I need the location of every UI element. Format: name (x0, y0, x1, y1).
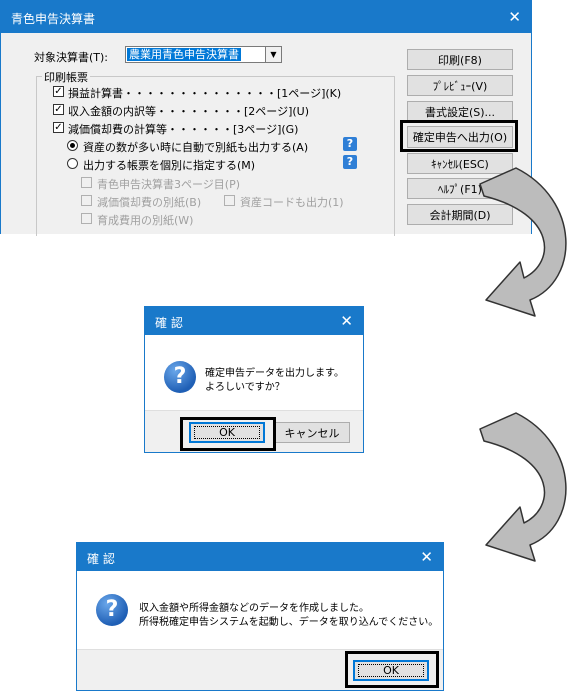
highlight-ok-button (180, 417, 276, 451)
confirm-dialog-body: ? 確定申告データを出力します。 よろしいですか？ (145, 335, 363, 411)
result-dialog-titlebar[interactable]: 確 認 ✕ (77, 543, 443, 571)
question-icon: ? (164, 361, 196, 393)
close-icon[interactable]: ✕ (420, 550, 433, 565)
radio-auto[interactable] (67, 140, 78, 151)
close-icon[interactable]: ✕ (508, 10, 521, 25)
radio-auto-label: 資産の数が多い時に自動で別紙も出力する(A) (83, 141, 309, 154)
checkbox-growing-cost[interactable] (81, 213, 92, 224)
question-icon: ? (96, 594, 128, 626)
target-select-value: 農業用青色申告決算書 (127, 48, 241, 61)
help-button[interactable]: ﾍﾙﾌﾟ(F1) (407, 178, 513, 199)
chevron-down-icon[interactable]: ▼ (265, 47, 281, 62)
main-window: 青色申告決算書 ✕ 対象決算書(T): 農業用青色申告決算書 ▼ 印刷帳票 ✓ … (0, 0, 532, 236)
checkbox-depreciation[interactable]: ✓ (53, 122, 64, 133)
confirm-dialog-title: 確 認 (155, 316, 183, 330)
cancel-button[interactable]: ｷｬﾝｾﾙ(ESC) (407, 153, 513, 174)
result-message-line2: 所得税確定申告システムを起動し、データを取り込んでください。 (139, 617, 439, 628)
radio-manual[interactable] (67, 158, 78, 169)
checkbox-page3-label: 青色申告決算書3ページ目(P) (97, 178, 240, 191)
help-icon[interactable]: ? (343, 155, 357, 169)
checkbox-pl-label: 損益計算書・・・・・・・・・・・・・・[1ページ](K) (68, 87, 342, 100)
highlight-ok-button (345, 651, 439, 688)
target-label: 対象決算書(T): (34, 51, 109, 64)
checkbox-depreciation-label: 減価償却費の計算等・・・・・・[3ページ](G) (68, 123, 299, 136)
checkbox-depreciation-sheet-label: 減価償却費の別紙(B) (97, 196, 202, 209)
cancel-button[interactable]: キャンセル (274, 422, 350, 443)
print-forms-group-label: 印刷帳票 (42, 69, 90, 85)
accounting-period-button[interactable]: 会計期間(D) (407, 204, 513, 225)
result-dialog-title: 確 認 (87, 552, 115, 566)
radio-manual-label: 出力する帳票を個別に指定する(M) (83, 159, 256, 172)
checkbox-depreciation-sheet[interactable] (81, 195, 92, 206)
checkbox-page3[interactable] (81, 177, 92, 188)
close-icon[interactable]: ✕ (340, 314, 353, 329)
confirm-message-line1: 確定申告データを出力します。 (205, 368, 344, 379)
format-settings-button[interactable]: 書式設定(S)... (407, 101, 513, 122)
checkbox-pl[interactable]: ✓ (53, 86, 64, 97)
target-select[interactable]: 農業用青色申告決算書 ▼ (125, 46, 282, 63)
highlight-export-button (400, 120, 518, 152)
print-button[interactable]: 印刷(F8) (407, 49, 513, 70)
confirm-message-line2: よろしいですか？ (205, 382, 285, 393)
main-window-title: 青色申告決算書 (11, 12, 96, 26)
checkbox-income-label: 収入金額の内訳等・・・・・・・・[2ページ](U) (68, 105, 309, 118)
preview-button[interactable]: ﾌﾟﾚﾋﾞｭｰ(V) (407, 75, 513, 96)
main-window-titlebar[interactable]: 青色申告決算書 ✕ (1, 1, 531, 33)
result-message-line1: 収入金額や所得金額などのデータを作成しました。 (139, 603, 369, 614)
result-dialog-body: ? 収入金額や所得金額などのデータを作成しました。 所得税確定申告システムを起動… (77, 571, 443, 650)
checkbox-asset-code[interactable] (224, 195, 235, 206)
checkbox-income[interactable]: ✓ (53, 104, 64, 115)
checkbox-asset-code-label: 資産コードも出力(1) (240, 196, 344, 209)
help-icon[interactable]: ? (343, 137, 357, 151)
confirm-dialog-titlebar[interactable]: 確 認 ✕ (145, 307, 363, 335)
checkbox-growing-cost-label: 育成費用の別紙(W) (97, 214, 194, 227)
